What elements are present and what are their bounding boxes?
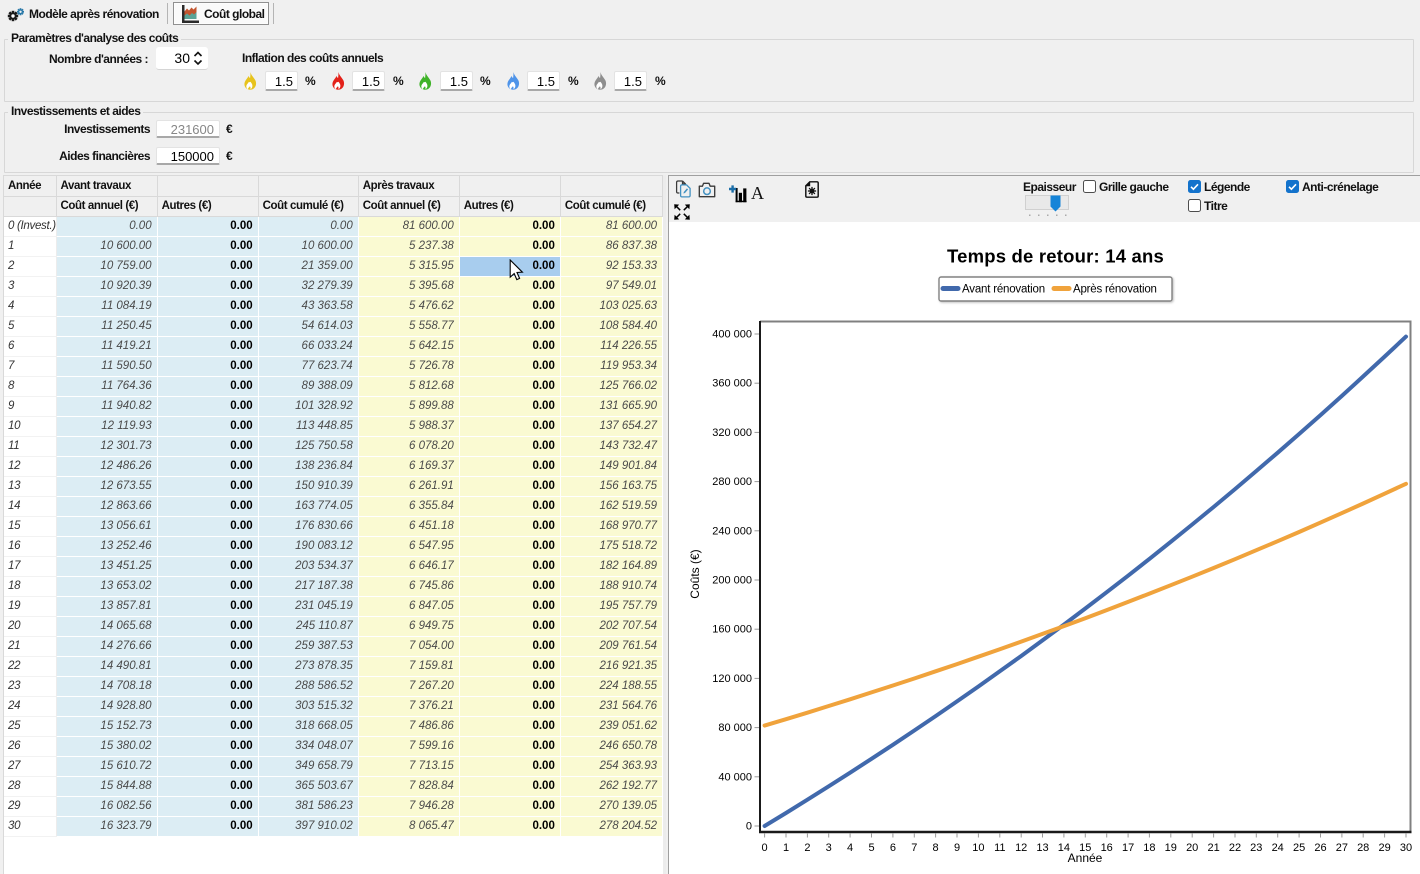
svg-text:20: 20 [1186, 842, 1198, 854]
svg-text:23: 23 [1250, 842, 1262, 854]
svg-text:40 000: 40 000 [718, 771, 752, 783]
svg-text:9: 9 [954, 842, 960, 854]
svg-text:280 000: 280 000 [712, 476, 752, 488]
svg-text:26: 26 [1314, 842, 1326, 854]
svg-text:1: 1 [783, 842, 789, 854]
svg-text:200 000: 200 000 [712, 575, 752, 587]
svg-text:28: 28 [1357, 842, 1369, 854]
svg-text:320 000: 320 000 [712, 427, 752, 439]
svg-text:22: 22 [1229, 842, 1241, 854]
svg-text:19: 19 [1165, 842, 1177, 854]
svg-text:6: 6 [890, 842, 896, 854]
svg-text:7: 7 [911, 842, 917, 854]
svg-text:160 000: 160 000 [712, 624, 752, 636]
svg-text:25: 25 [1293, 842, 1305, 854]
svg-text:3: 3 [826, 842, 832, 854]
svg-text:400 000: 400 000 [712, 329, 752, 341]
svg-text:30: 30 [1400, 842, 1412, 854]
svg-text:Année: Année [1068, 851, 1103, 865]
svg-text:11: 11 [994, 842, 1005, 854]
svg-text:0: 0 [746, 821, 752, 833]
svg-text:4: 4 [847, 842, 853, 854]
svg-text:27: 27 [1336, 842, 1348, 854]
svg-text:240 000: 240 000 [712, 525, 752, 537]
svg-text:18: 18 [1143, 842, 1155, 854]
svg-text:13: 13 [1036, 842, 1048, 854]
svg-text:16: 16 [1101, 842, 1113, 854]
svg-text:12: 12 [1015, 842, 1027, 854]
svg-text:Coûts (€): Coûts (€) [688, 549, 702, 598]
svg-text:10: 10 [972, 842, 984, 854]
svg-text:2: 2 [804, 842, 810, 854]
svg-text:21: 21 [1207, 842, 1219, 854]
svg-text:29: 29 [1378, 842, 1390, 854]
svg-text:5: 5 [868, 842, 874, 854]
svg-text:24: 24 [1272, 842, 1284, 854]
svg-text:Temps de retour: 14 ans: Temps de retour: 14 ans [947, 246, 1164, 267]
svg-text:120 000: 120 000 [712, 673, 752, 685]
svg-text:360 000: 360 000 [712, 378, 752, 390]
svg-text:Avant rénovation: Avant rénovation [962, 284, 1045, 296]
svg-text:17: 17 [1122, 842, 1134, 854]
svg-text:0: 0 [762, 842, 768, 854]
svg-text:80 000: 80 000 [718, 722, 752, 734]
svg-text:8: 8 [933, 842, 939, 854]
svg-text:Après rénovation: Après rénovation [1073, 284, 1157, 296]
